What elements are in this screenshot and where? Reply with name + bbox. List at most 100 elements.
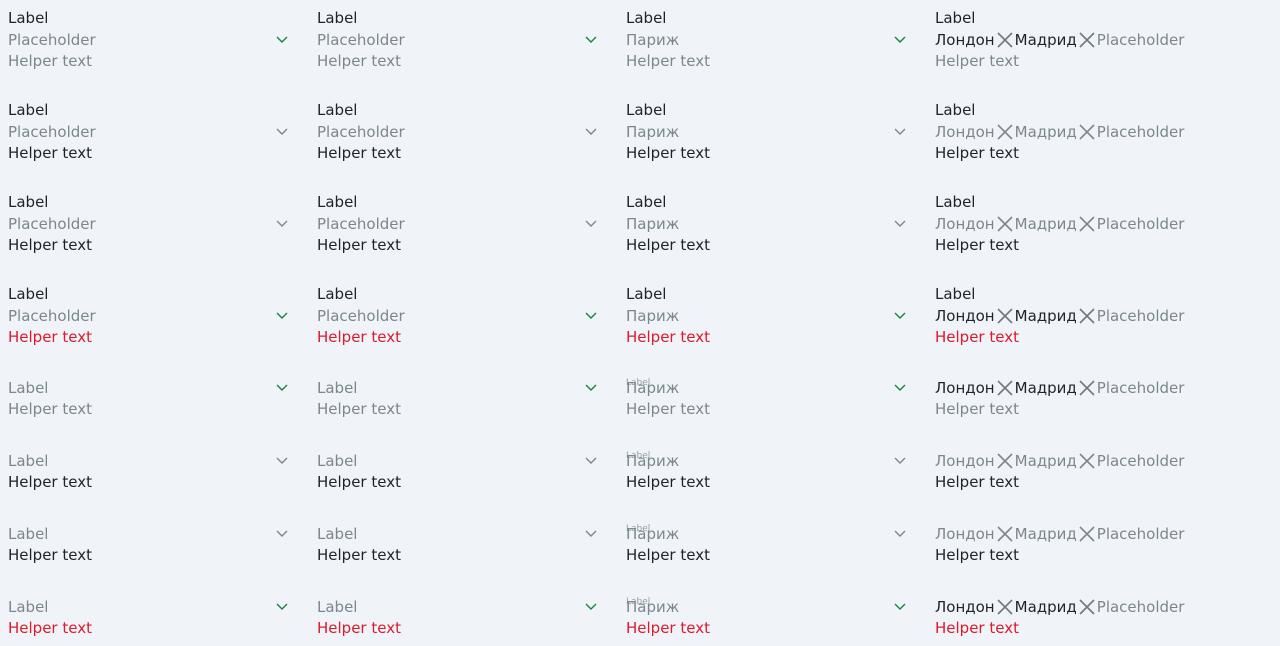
select-value-area[interactable]: Лондон Мадрид Placeholder xyxy=(935,597,1215,618)
select-value-area[interactable]: Лондон Мадрид Placeholder xyxy=(935,214,1215,235)
remove-chip-madrid-icon[interactable] xyxy=(1077,524,1097,545)
select-value-area[interactable]: Label xyxy=(8,451,288,472)
remove-chip-london-icon[interactable] xyxy=(995,524,1015,545)
chip-london: Лондон xyxy=(935,307,995,325)
remove-chip-london-icon[interactable] xyxy=(995,214,1015,235)
select-value-area[interactable]: Label xyxy=(8,524,288,545)
select-value-area[interactable]: Placeholder xyxy=(8,122,288,143)
chevron-down-icon[interactable] xyxy=(276,524,288,545)
remove-chip-london-icon[interactable] xyxy=(995,30,1015,51)
chevron-down-icon[interactable] xyxy=(585,306,597,327)
placeholder-text: Placeholder xyxy=(8,215,96,233)
chevron-down-icon[interactable] xyxy=(276,306,288,327)
select-field-showcase: Label Placeholder Helper text Label Placehol… xyxy=(0,0,1280,646)
remove-chip-london-icon[interactable] xyxy=(995,122,1015,143)
select-value-area[interactable]: Париж xyxy=(626,122,906,143)
select-value-area[interactable]: Label xyxy=(317,378,597,399)
chip-madrid: Мадрид xyxy=(1014,123,1077,141)
chevron-down-icon[interactable] xyxy=(894,378,906,399)
chevron-down-icon[interactable] xyxy=(276,214,288,235)
chevron-down-icon[interactable] xyxy=(585,378,597,399)
chevron-down-icon[interactable] xyxy=(894,451,906,472)
remove-chip-madrid-icon[interactable] xyxy=(1077,378,1097,399)
remove-chip-madrid-icon[interactable] xyxy=(1077,122,1097,143)
helper-text: Helper text xyxy=(935,619,1019,637)
chevron-down-icon[interactable] xyxy=(894,306,906,327)
chevron-down-icon[interactable] xyxy=(894,214,906,235)
placeholder-text: Placeholder xyxy=(317,215,405,233)
select-value-area[interactable]: Placeholder xyxy=(317,30,597,51)
chip-madrid: Мадрид xyxy=(1014,598,1077,616)
field-label: Label xyxy=(8,285,49,303)
select-value-area[interactable]: Label xyxy=(317,451,597,472)
select-value-area[interactable]: Лондон Мадрид Placeholder xyxy=(935,451,1215,472)
chevron-down-icon[interactable] xyxy=(894,524,906,545)
select-value-area[interactable]: Label xyxy=(317,597,597,618)
select-value-area[interactable]: Лондон Мадрид Placeholder xyxy=(935,378,1215,399)
helper-text: Helper text xyxy=(626,52,710,70)
select-value-area[interactable]: Placeholder xyxy=(317,214,597,235)
select-value-area[interactable]: Лондон Мадрид Placeholder xyxy=(935,30,1215,51)
selected-value: Париж xyxy=(626,452,680,470)
helper-text: Helper text xyxy=(935,473,1019,491)
select-value-area[interactable]: Label xyxy=(8,597,288,618)
inline-label-placeholder: Label xyxy=(317,452,358,470)
placeholder-text: Placeholder xyxy=(1096,452,1185,470)
placeholder-text: Placeholder xyxy=(1096,31,1185,49)
select-value-area[interactable]: Париж xyxy=(626,597,906,618)
remove-chip-london-icon[interactable] xyxy=(995,451,1015,472)
helper-text: Helper text xyxy=(8,144,92,162)
select-value-area[interactable]: Label xyxy=(317,524,597,545)
helper-text: Helper text xyxy=(935,328,1019,346)
remove-chip-london-icon[interactable] xyxy=(995,306,1015,327)
remove-chip-madrid-icon[interactable] xyxy=(1077,214,1097,235)
remove-chip-london-icon[interactable] xyxy=(995,597,1015,618)
remove-chip-madrid-icon[interactable] xyxy=(1077,306,1097,327)
chevron-down-icon[interactable] xyxy=(585,122,597,143)
chips-row: Лондон Мадрид Placeholder xyxy=(935,30,1215,51)
chip-madrid: Мадрид xyxy=(1014,31,1077,49)
chip-madrid: Мадрид xyxy=(1014,525,1077,543)
select-value-area[interactable]: Placeholder xyxy=(317,306,597,327)
chips-row: Лондон Мадрид Placeholder xyxy=(935,597,1215,618)
chevron-down-icon[interactable] xyxy=(276,597,288,618)
select-value-area[interactable]: Placeholder xyxy=(8,306,288,327)
chevron-down-icon[interactable] xyxy=(276,378,288,399)
chevron-down-icon[interactable] xyxy=(276,451,288,472)
chevron-down-icon[interactable] xyxy=(585,214,597,235)
placeholder-text: Placeholder xyxy=(1096,307,1185,325)
select-value-area[interactable]: Париж xyxy=(626,524,906,545)
chevron-down-icon[interactable] xyxy=(894,122,906,143)
remove-chip-madrid-icon[interactable] xyxy=(1077,451,1097,472)
select-value-area[interactable]: Placeholder xyxy=(317,122,597,143)
select-value-area[interactable]: Placeholder xyxy=(8,214,288,235)
field-label: Label xyxy=(317,101,358,119)
inline-label-placeholder: Label xyxy=(317,598,358,616)
select-value-area[interactable]: Париж xyxy=(626,214,906,235)
remove-chip-london-icon[interactable] xyxy=(995,378,1015,399)
chevron-down-icon[interactable] xyxy=(585,30,597,51)
select-value-area[interactable]: Label xyxy=(8,378,288,399)
chevron-down-icon[interactable] xyxy=(276,30,288,51)
select-value-area[interactable]: Лондон Мадрид Placeholder xyxy=(935,122,1215,143)
chevron-down-icon[interactable] xyxy=(585,597,597,618)
field-label: Label xyxy=(317,285,358,303)
select-value-area[interactable]: Placeholder xyxy=(8,30,288,51)
chevron-down-icon[interactable] xyxy=(585,524,597,545)
chevron-down-icon[interactable] xyxy=(276,122,288,143)
select-value-area[interactable]: Лондон Мадрид Placeholder xyxy=(935,524,1215,545)
chevron-down-icon[interactable] xyxy=(894,597,906,618)
selected-value: Париж xyxy=(626,525,680,543)
select-value-area[interactable]: Париж xyxy=(626,451,906,472)
placeholder-text: Placeholder xyxy=(1096,123,1185,141)
select-value-area[interactable]: Париж xyxy=(626,30,906,51)
select-value-area[interactable]: Париж xyxy=(626,306,906,327)
chevron-down-icon[interactable] xyxy=(585,451,597,472)
helper-text: Helper text xyxy=(626,236,710,254)
chevron-down-icon[interactable] xyxy=(894,30,906,51)
remove-chip-madrid-icon[interactable] xyxy=(1077,597,1097,618)
remove-chip-madrid-icon[interactable] xyxy=(1077,30,1097,51)
field-label: Label xyxy=(317,9,358,27)
select-value-area[interactable]: Лондон Мадрид Placeholder xyxy=(935,306,1215,327)
select-value-area[interactable]: Париж xyxy=(626,378,906,399)
